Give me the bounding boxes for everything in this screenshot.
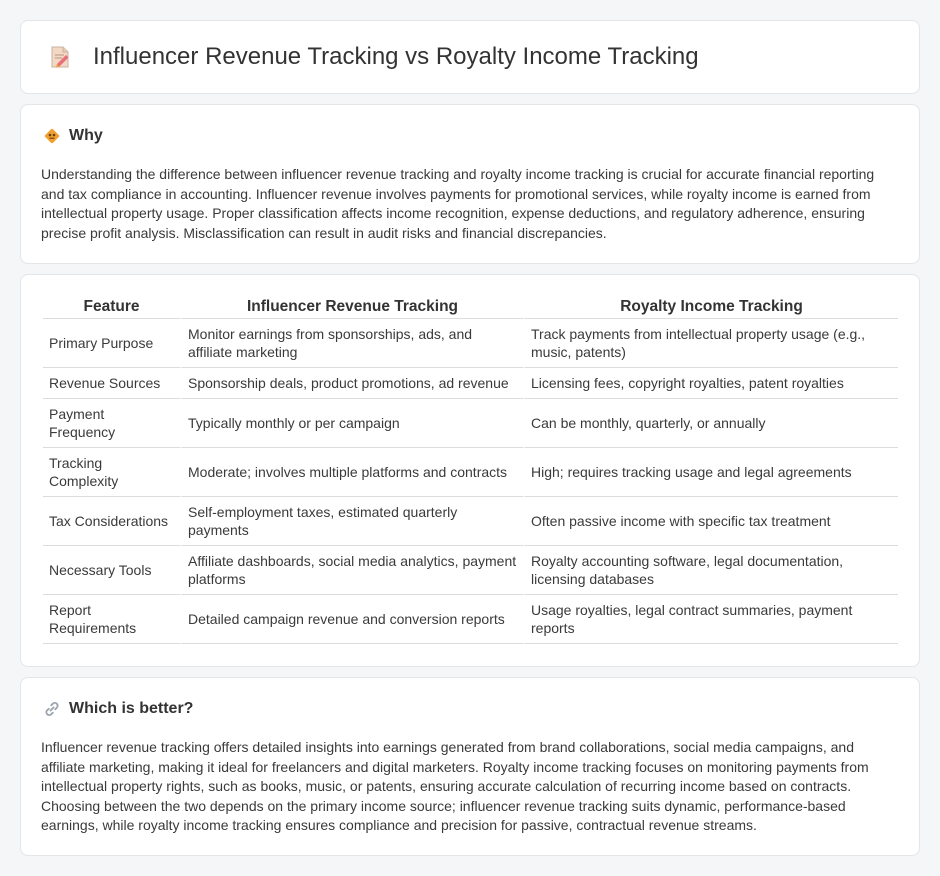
table-row: Primary Purpose Monitor earnings from sp… xyxy=(43,319,898,368)
table-header-row: Feature Influencer Revenue Tracking Roya… xyxy=(43,297,898,319)
row-feature-cell: Tracking Complexity xyxy=(43,448,180,497)
column-header-feature: Feature xyxy=(43,297,180,319)
comparison-table-card: Feature Influencer Revenue Tracking Roya… xyxy=(20,274,920,667)
row-feature-cell: Necessary Tools xyxy=(43,546,180,595)
row-influencer-cell: Typically monthly or per campaign xyxy=(180,399,523,448)
table-row: Report Requirements Detailed campaign re… xyxy=(43,595,898,644)
row-royalty-cell: Licensing fees, copyright royalties, pat… xyxy=(523,368,898,399)
which-is-better-section: Which is better? Influencer revenue trac… xyxy=(20,677,920,856)
table-row: Payment Frequency Typically monthly or p… xyxy=(43,399,898,448)
row-feature-cell: Payment Frequency xyxy=(43,399,180,448)
row-royalty-cell: Often passive income with specific tax t… xyxy=(523,497,898,546)
table-row: Revenue Sources Sponsorship deals, produ… xyxy=(43,368,898,399)
row-royalty-cell: Royalty accounting software, legal docum… xyxy=(523,546,898,595)
table-row: Tracking Complexity Moderate; involves m… xyxy=(43,448,898,497)
row-feature-cell: Primary Purpose xyxy=(43,319,180,368)
row-influencer-cell: Moderate; involves multiple platforms an… xyxy=(180,448,523,497)
row-royalty-cell: Can be monthly, quarterly, or annually xyxy=(523,399,898,448)
why-paragraph: Understanding the difference between inf… xyxy=(41,166,875,241)
table-row: Necessary Tools Affiliate dashboards, so… xyxy=(43,546,898,595)
row-feature-cell: Report Requirements xyxy=(43,595,180,644)
page-title: Influencer Revenue Tracking vs Royalty I… xyxy=(93,43,699,70)
row-feature-cell: Revenue Sources xyxy=(43,368,180,399)
table-row: Tax Considerations Self-employment taxes… xyxy=(43,497,898,546)
row-royalty-cell: High; requires tracking usage and legal … xyxy=(523,448,898,497)
column-header-royalty: Royalty Income Tracking xyxy=(523,297,898,319)
why-section: Why Understanding the difference between… xyxy=(20,104,920,264)
row-influencer-cell: Monitor earnings from sponsorships, ads,… xyxy=(180,319,523,368)
row-influencer-cell: Sponsorship deals, product promotions, a… xyxy=(180,368,523,399)
comparison-table: Feature Influencer Revenue Tracking Roya… xyxy=(43,297,898,644)
link-icon xyxy=(43,700,61,718)
row-royalty-cell: Track payments from intellectual propert… xyxy=(523,319,898,368)
column-header-influencer: Influencer Revenue Tracking xyxy=(180,297,523,319)
diamond-sign-icon xyxy=(43,127,61,145)
row-influencer-cell: Affiliate dashboards, social media analy… xyxy=(180,546,523,595)
title-card: Influencer Revenue Tracking vs Royalty I… xyxy=(20,20,920,94)
row-influencer-cell: Detailed campaign revenue and conversion… xyxy=(180,595,523,644)
row-feature-cell: Tax Considerations xyxy=(43,497,180,546)
why-heading: Why xyxy=(69,127,103,144)
which-is-better-paragraph: Influencer revenue tracking offers detai… xyxy=(41,739,869,833)
row-influencer-cell: Self-employment taxes, estimated quarter… xyxy=(180,497,523,546)
row-royalty-cell: Usage royalties, legal contract summarie… xyxy=(523,595,898,644)
which-is-better-heading: Which is better? xyxy=(69,700,194,717)
document-edit-icon xyxy=(47,44,73,70)
